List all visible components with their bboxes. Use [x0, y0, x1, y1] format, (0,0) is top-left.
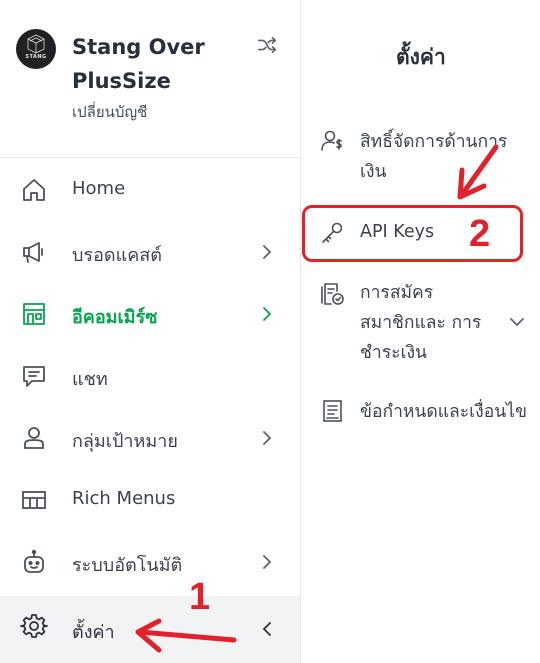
sidebar: STANG Stang Over PlusSize เปลี่ยนบัญชี H…	[0, 0, 301, 663]
nav-item-label: Rich Menus	[72, 488, 176, 509]
subscription-icon	[321, 283, 344, 305]
panel-title: ตั้งค่า	[396, 45, 446, 69]
shuffle-icon[interactable]	[256, 34, 278, 56]
money-permission-icon	[321, 130, 342, 151]
nav-item-label: Home	[72, 178, 126, 199]
nav-item-label: แชท	[72, 369, 108, 390]
nav-item-audience[interactable]: กลุ่มเป้าหมาย	[0, 407, 300, 469]
panel-item-subscription-billing[interactable]: การสมัคร สมาชิกและ การ ชำระเงิน	[300, 278, 540, 372]
nav-item-label: กลุ่มเป้าหมาย	[72, 431, 178, 452]
nav-item-chat[interactable]: แชท	[0, 345, 300, 407]
step-1-label: 1	[189, 576, 211, 618]
chevron-right-icon	[263, 431, 272, 445]
nav-item-settings[interactable]: ตั้งค่า	[0, 596, 300, 663]
chat-icon	[23, 366, 45, 387]
chevron-right-icon	[263, 555, 272, 569]
home-icon	[23, 179, 45, 201]
gear-icon	[20, 614, 48, 638]
step-2-label: 2	[469, 213, 491, 255]
switch-account-link[interactable]: เปลี่ยนบัญชี	[72, 100, 147, 124]
avatar-logo-text: STANG	[25, 54, 47, 60]
megaphone-icon	[23, 242, 43, 263]
panel-item-label: สมาชิกและ การ	[360, 313, 482, 333]
panel-item-label: เงิน	[360, 162, 387, 182]
terms-icon	[323, 400, 342, 422]
nav-item-broadcast[interactable]: บรอดแคสต์	[0, 221, 300, 283]
nav-item-automation[interactable]: ระบบอัตโนมัติ	[0, 531, 300, 593]
panel-item-label: ข้อกำหนดและเงื่อนไข	[360, 402, 527, 422]
panel-item-financial-permissions[interactable]: สิทธิ์จัดการด้านการ เงิน	[300, 125, 540, 187]
chevron-right-icon	[263, 245, 272, 259]
store-icon	[23, 303, 45, 325]
panel-item-label: ชำระเงิน	[360, 343, 427, 363]
chevron-down-icon[interactable]	[508, 313, 526, 331]
nav-item-label: อีคอมเมิร์ซ	[72, 307, 158, 328]
user-icon	[24, 427, 44, 449]
avatar[interactable]: STANG	[16, 29, 56, 69]
nav-item-label: บรอดแคสต์	[72, 245, 162, 266]
account-header: STANG Stang Over PlusSize เปลี่ยนบัญชี	[0, 0, 300, 158]
bot-icon	[24, 549, 44, 573]
nav-item-ecommerce[interactable]: อีคอมเมิร์ซ	[0, 283, 300, 345]
panel-item-label: สิทธิ์จัดการด้านการ	[360, 132, 508, 152]
nav-item-label: ตั้งค่า	[72, 622, 115, 643]
chevron-left-icon	[262, 622, 271, 636]
nav-item-label: ระบบอัตโนมัติ	[72, 555, 183, 576]
chevron-right-icon	[263, 307, 272, 321]
panel-item-label: การสมัคร	[360, 283, 434, 303]
nav-item-home[interactable]: Home	[0, 159, 300, 221]
stang-logo-icon	[27, 34, 45, 54]
panel-item-terms[interactable]: ข้อกำหนดและเงื่อนไข	[300, 395, 540, 429]
nav-item-rich-menus[interactable]: Rich Menus	[0, 469, 300, 531]
account-name: Stang Over PlusSize	[72, 35, 205, 93]
layout-icon	[22, 491, 46, 509]
